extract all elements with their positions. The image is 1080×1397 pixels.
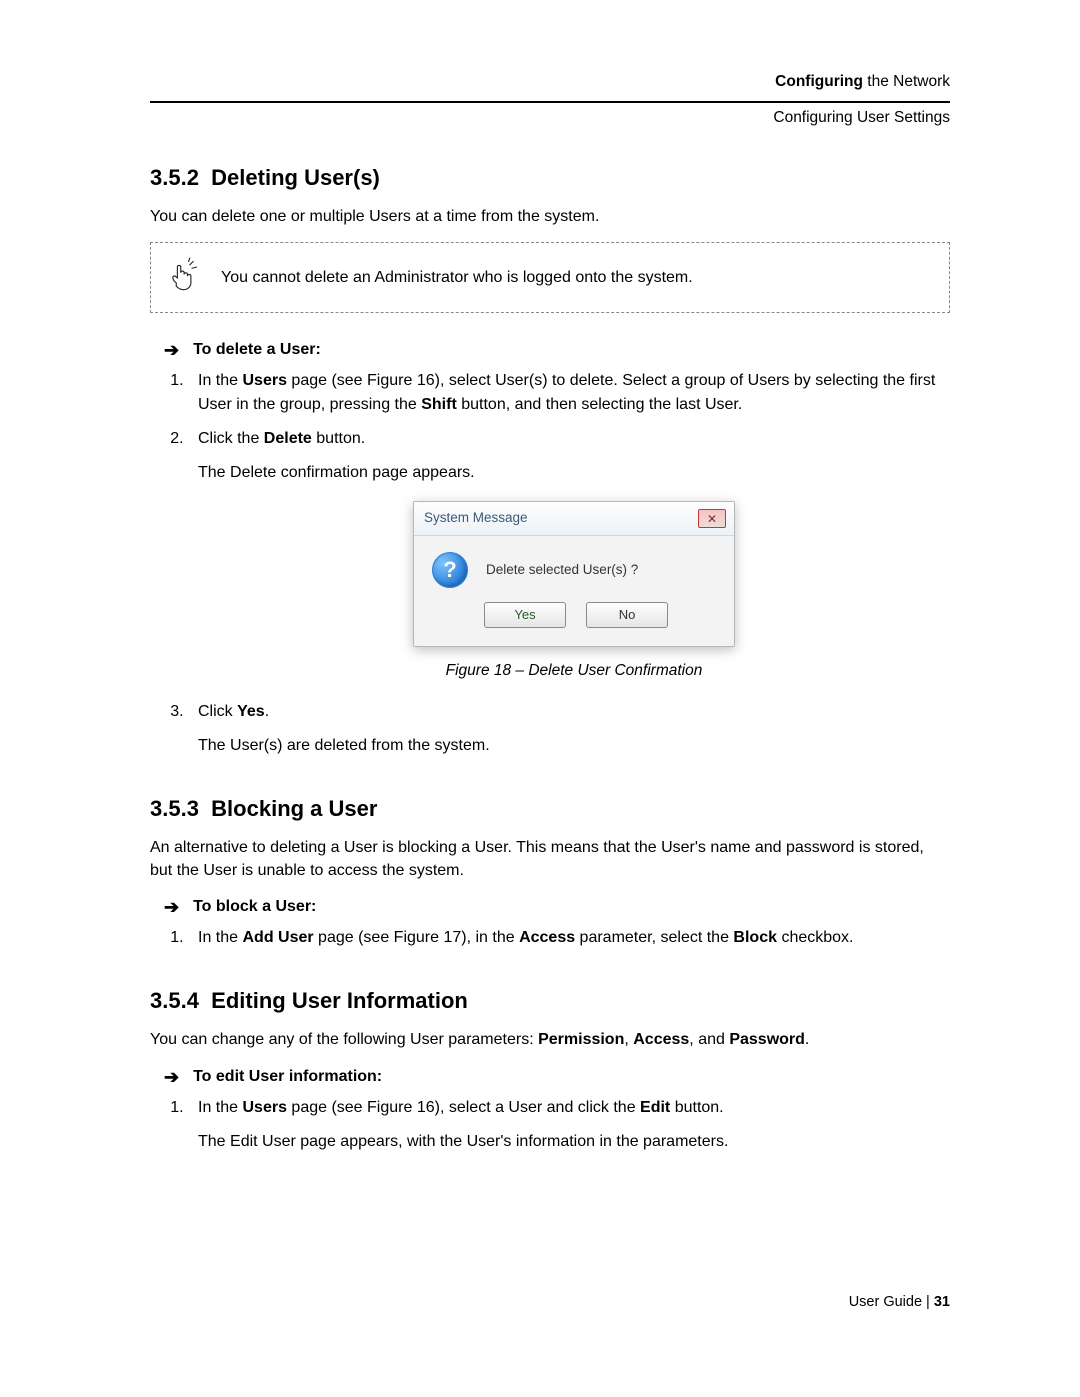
section-title: Editing User Information <box>211 988 468 1013</box>
bold-term: Users <box>242 1099 286 1116</box>
note-box: You cannot delete an Administrator who i… <box>150 242 950 313</box>
figure-18: System Message ✕ ? Delete selected User(… <box>198 501 950 646</box>
section-heading-353: 3.5.3 Blocking a User <box>150 796 950 822</box>
dialog-message: Delete selected User(s) ? <box>486 560 638 580</box>
bold-term: Users <box>242 372 286 389</box>
step-text: Click <box>198 703 237 720</box>
step-text: page (see Figure 16), select a User and … <box>287 1099 640 1116</box>
section-intro: An alternative to deleting a User is blo… <box>150 836 950 882</box>
step-text: page (see Figure 17), in the <box>314 929 519 946</box>
section-number: 3.5.4 <box>150 988 199 1013</box>
arrow-right-icon: ➔ <box>164 341 179 359</box>
procedure-title: To edit User information: <box>193 1068 382 1086</box>
system-message-dialog: System Message ✕ ? Delete selected User(… <box>413 501 735 646</box>
note-text: You cannot delete an Administrator who i… <box>221 269 693 287</box>
arrow-right-icon: ➔ <box>164 898 179 916</box>
section-title: Deleting User(s) <box>211 165 380 190</box>
bold-term: Edit <box>640 1099 670 1116</box>
intro-text: . <box>805 1031 809 1048</box>
step-result: The Delete confirmation page appears. <box>198 461 950 485</box>
bold-term: Password <box>729 1031 805 1048</box>
step-text: checkbox. <box>777 929 853 946</box>
bold-term: Yes <box>237 703 265 720</box>
note-hand-icon <box>165 257 201 298</box>
step-text: button, and then selecting the last User… <box>457 396 743 413</box>
chapter-name-bold: Configuring <box>775 73 863 90</box>
bold-term: Add User <box>242 929 313 946</box>
step-text: button. <box>670 1099 723 1116</box>
procedure-steps: In the Users page (see Figure 16), selec… <box>150 369 950 758</box>
procedure-heading: ➔ To delete a User: <box>164 341 950 359</box>
dialog-title: System Message <box>424 508 528 528</box>
step-2: Click the Delete button. The Delete conf… <box>188 427 950 682</box>
document-page: Configuring the Network Configuring User… <box>0 0 1080 1350</box>
step-text: In the <box>198 372 242 389</box>
bold-term: Delete <box>264 430 312 447</box>
procedure-title: To delete a User: <box>193 341 321 359</box>
intro-text: , and <box>689 1031 729 1048</box>
procedure-steps: In the Add User page (see Figure 17), in… <box>150 926 950 950</box>
step-text: . <box>265 703 269 720</box>
procedure-title: To block a User: <box>193 898 316 916</box>
step-3: Click Yes. The User(s) are deleted from … <box>188 700 950 758</box>
dialog-titlebar: System Message ✕ <box>414 502 734 535</box>
step-text: button. <box>312 430 365 447</box>
procedure-heading: ➔ To block a User: <box>164 898 950 916</box>
header-rule <box>150 101 950 103</box>
section-number: 3.5.2 <box>150 165 199 190</box>
step-result: The User(s) are deleted from the system. <box>198 734 950 758</box>
arrow-right-icon: ➔ <box>164 1068 179 1086</box>
bold-term: Access <box>633 1031 689 1048</box>
procedure-steps: In the Users page (see Figure 16), selec… <box>150 1096 950 1154</box>
footer-label: User Guide | <box>849 1294 934 1310</box>
no-button[interactable]: No <box>586 602 668 628</box>
section-intro: You can change any of the following User… <box>150 1028 950 1051</box>
bold-term: Shift <box>421 396 457 413</box>
step-text: In the <box>198 929 242 946</box>
section-number: 3.5.3 <box>150 796 199 821</box>
step-text: In the <box>198 1099 242 1116</box>
chapter-name-rest: the Network <box>863 73 950 90</box>
intro-text: , <box>624 1031 633 1048</box>
section-intro: You can delete one or multiple Users at … <box>150 205 950 228</box>
section-title: Blocking a User <box>211 796 377 821</box>
step-1: In the Add User page (see Figure 17), in… <box>188 926 950 950</box>
bold-term: Access <box>519 929 575 946</box>
dialog-body: ? Delete selected User(s) ? Yes No <box>414 536 734 646</box>
page-footer: User Guide | 31 <box>150 1294 950 1310</box>
running-header: Configuring the Network <box>150 70 950 93</box>
header-subsection: Configuring User Settings <box>150 109 950 127</box>
section-heading-352: 3.5.2 Deleting User(s) <box>150 165 950 191</box>
step-text: Click the <box>198 430 264 447</box>
step-text: parameter, select the <box>575 929 733 946</box>
section-heading-354: 3.5.4 Editing User Information <box>150 988 950 1014</box>
close-icon[interactable]: ✕ <box>698 509 726 528</box>
question-icon: ? <box>432 552 468 588</box>
yes-button[interactable]: Yes <box>484 602 566 628</box>
step-result: The Edit User page appears, with the Use… <box>198 1130 950 1154</box>
page-number: 31 <box>934 1294 950 1310</box>
bold-term: Permission <box>538 1031 624 1048</box>
figure-caption: Figure 18 – Delete User Confirmation <box>198 659 950 682</box>
intro-text: You can change any of the following User… <box>150 1031 538 1048</box>
bold-term: Block <box>733 929 777 946</box>
step-1: In the Users page (see Figure 16), selec… <box>188 1096 950 1154</box>
step-1: In the Users page (see Figure 16), selec… <box>188 369 950 417</box>
procedure-heading: ➔ To edit User information: <box>164 1068 950 1086</box>
